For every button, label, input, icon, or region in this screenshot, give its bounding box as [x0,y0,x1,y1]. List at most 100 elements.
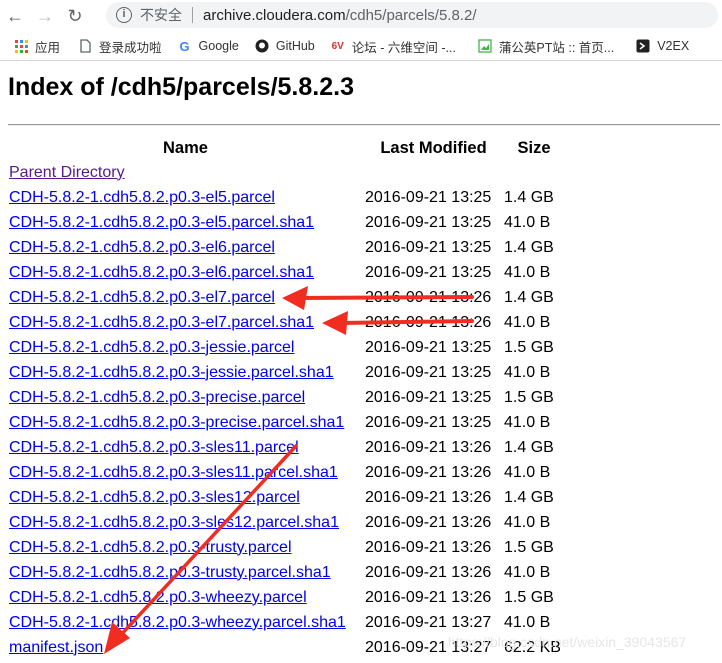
table-row: CDH-5.8.2-1.cdh5.8.2.p0.3-jessie.parcel 2… [8,335,565,360]
file-link[interactable]: CDH-5.8.2-1.cdh5.8.2.p0.3-trusty.parcel.… [9,564,331,581]
file-link[interactable]: CDH-5.8.2-1.cdh5.8.2.p0.3-wheezy.parcel.… [9,614,346,631]
file-link[interactable]: CDH-5.8.2-1.cdh5.8.2.p0.3-el7.parcel.sha… [9,314,314,331]
size-cell: 1.4 GB [504,438,554,456]
last-modified-cell: 2016-09-21 13:25 [365,338,492,356]
parent-directory-link[interactable]: Parent Directory [9,164,125,181]
size-cell: 1.5 GB [504,388,554,406]
bookmarks-bar: 应用 登录成功啦 G Google GitHub 6V 论坛 - 六维空间 -.… [0,32,722,61]
size-cell: 41.0 B [504,213,551,231]
last-modified-cell: 2016-09-21 13:26 [365,563,492,581]
header-rule [8,124,720,126]
column-header-last-modified[interactable]: Last Modified [363,136,503,160]
size-cell: 1.4 GB [504,238,554,256]
reload-icon[interactable]: ↻ [60,1,90,31]
google-icon: G [179,38,190,54]
size-cell: 1.5 GB [504,338,554,356]
file-link[interactable]: CDH-5.8.2-1.cdh5.8.2.p0.3-sles11.parcel [9,439,299,456]
size-cell: 1.4 GB [504,288,554,306]
size-cell: 41.0 B [504,413,551,431]
file-link[interactable]: manifest.json [9,639,103,656]
bookmark-v2ex[interactable]: V2EX [636,39,689,53]
column-header-name[interactable]: Name [8,136,363,160]
size-cell: 41.0 B [504,613,551,631]
sort-by-date-link[interactable]: Last Modified [380,139,486,157]
table-row: CDH-5.8.2-1.cdh5.8.2.p0.3-sles11.parcel 2… [8,435,565,460]
bookmark-forum[interactable]: 6V 论坛 - 六维空间 -... [331,37,456,56]
size-cell: 41.0 B [504,513,551,531]
last-modified-cell: 2016-09-21 13:25 [365,213,492,231]
size-cell: 1.5 GB [504,538,554,556]
file-link[interactable]: CDH-5.8.2-1.cdh5.8.2.p0.3-el6.parcel.sha… [9,264,314,281]
table-row: CDH-5.8.2-1.cdh5.8.2.p0.3-jessie.parcel.… [8,360,565,385]
site-icon: 6V [331,40,344,52]
last-modified-cell: 2016-09-21 13:26 [365,463,492,481]
size-cell: 41.0 B [504,463,551,481]
file-link[interactable]: CDH-5.8.2-1.cdh5.8.2.p0.3-el5.parcel [9,189,275,206]
bookmark-apps[interactable]: 应用 [14,37,60,56]
size-cell: 1.5 GB [504,588,554,606]
column-header-size[interactable]: Size [503,136,565,160]
file-listing-table: Name Last Modified Size Parent Directory… [8,136,565,660]
file-link[interactable]: CDH-5.8.2-1.cdh5.8.2.p0.3-el5.parcel.sha… [9,214,314,231]
bookmark-label: GitHub [275,39,315,53]
size-cell: 41.0 B [504,313,551,331]
size-cell: 41.0 B [504,363,551,381]
bookmark-login[interactable]: 登录成功啦 [78,37,162,56]
bookmark-pt[interactable]: 蒲公英PT站 :: 首页... [478,37,614,56]
bookmark-label: 蒲公英PT站 :: 首页... [498,40,615,55]
file-link[interactable]: CDH-5.8.2-1.cdh5.8.2.p0.3-trusty.parcel [9,539,292,556]
back-arrow-icon[interactable]: ← [0,1,30,31]
bookmark-label: 论坛 - 六维空间 -... [351,40,456,55]
file-link[interactable]: CDH-5.8.2-1.cdh5.8.2.p0.3-sles12.parcel.… [9,514,339,531]
table-row: CDH-5.8.2-1.cdh5.8.2.p0.3-el5.parcel 2016… [8,185,565,210]
last-modified-cell: 2016-09-21 13:25 [365,238,492,256]
table-row: CDH-5.8.2-1.cdh5.8.2.p0.3-sles12.parcel 2… [8,485,565,510]
last-modified-cell: 2016-09-21 13:25 [365,263,492,281]
table-row: CDH-5.8.2-1.cdh5.8.2.p0.3-trusty.parcel 2… [8,535,565,560]
table-row: CDH-5.8.2-1.cdh5.8.2.p0.3-precise.parcel… [8,385,565,410]
file-link[interactable]: CDH-5.8.2-1.cdh5.8.2.p0.3-el6.parcel [9,239,275,256]
size-cell: 1.4 GB [504,188,554,206]
last-modified-cell: 2016-09-21 13:26 [365,488,492,506]
file-link[interactable]: CDH-5.8.2-1.cdh5.8.2.p0.3-wheezy.parcel [9,589,307,606]
url-host: archive.cloudera.com [203,6,346,24]
last-modified-cell: 2016-09-21 13:27 [365,613,492,631]
size-cell: 41.0 B [504,263,551,281]
sort-by-name-link[interactable]: Name [163,139,208,157]
file-link[interactable]: CDH-5.8.2-1.cdh5.8.2.p0.3-el7.parcel [9,289,275,306]
table-row: CDH-5.8.2-1.cdh5.8.2.p0.3-el6.parcel 2016… [8,235,565,260]
last-modified-cell: 2016-09-21 13:25 [365,188,492,206]
address-divider [192,7,193,23]
size-cell: 1.4 GB [504,488,554,506]
file-link[interactable]: CDH-5.8.2-1.cdh5.8.2.p0.3-jessie.parcel.… [9,364,334,381]
table-row: CDH-5.8.2-1.cdh5.8.2.p0.3-el7.parcel.sha… [8,310,565,335]
info-icon[interactable]: i [116,7,132,23]
forward-arrow-icon[interactable]: → [30,1,60,31]
last-modified-cell: 2016-09-21 13:26 [365,313,492,331]
address-bar[interactable]: i 不安全 archive.cloudera.com/cdh5/parcels/… [106,2,718,28]
last-modified-cell: 2016-09-21 13:26 [365,538,492,556]
image-icon [478,39,492,53]
file-link[interactable]: CDH-5.8.2-1.cdh5.8.2.p0.3-jessie.parcel [9,339,294,356]
sort-by-size-link[interactable]: Size [517,139,550,157]
file-link[interactable]: CDH-5.8.2-1.cdh5.8.2.p0.3-sles12.parcel [9,489,300,506]
file-link[interactable]: CDH-5.8.2-1.cdh5.8.2.p0.3-precise.parcel [9,389,305,406]
table-row-parent: Parent Directory [8,160,565,185]
apps-grid-icon [14,39,28,53]
table-row: CDH-5.8.2-1.cdh5.8.2.p0.3-wheezy.parcel.… [8,610,565,635]
bookmark-github[interactable]: GitHub [255,39,315,53]
bookmark-label: 应用 [35,40,61,55]
bookmark-label: V2EX [657,39,690,53]
bookmark-google[interactable]: G Google [178,38,238,54]
size-cell: 41.0 B [504,563,551,581]
file-link[interactable]: CDH-5.8.2-1.cdh5.8.2.p0.3-sles11.parcel.… [9,464,338,481]
browser-toolbar: ← → ↻ i 不安全 archive.cloudera.com/cdh5/pa… [0,0,722,32]
table-row: CDH-5.8.2-1.cdh5.8.2.p0.3-el5.parcel.sha… [8,210,565,235]
page-icon [78,39,92,53]
table-header-row: Name Last Modified Size [8,136,565,160]
table-row: CDH-5.8.2-1.cdh5.8.2.p0.3-precise.parcel… [8,410,565,435]
last-modified-cell: 2016-09-21 13:26 [365,513,492,531]
file-link[interactable]: CDH-5.8.2-1.cdh5.8.2.p0.3-precise.parcel… [9,414,344,431]
url-path: /cdh5/parcels/5.8.2/ [345,6,477,24]
table-row: CDH-5.8.2-1.cdh5.8.2.p0.3-sles11.parcel.… [8,460,565,485]
